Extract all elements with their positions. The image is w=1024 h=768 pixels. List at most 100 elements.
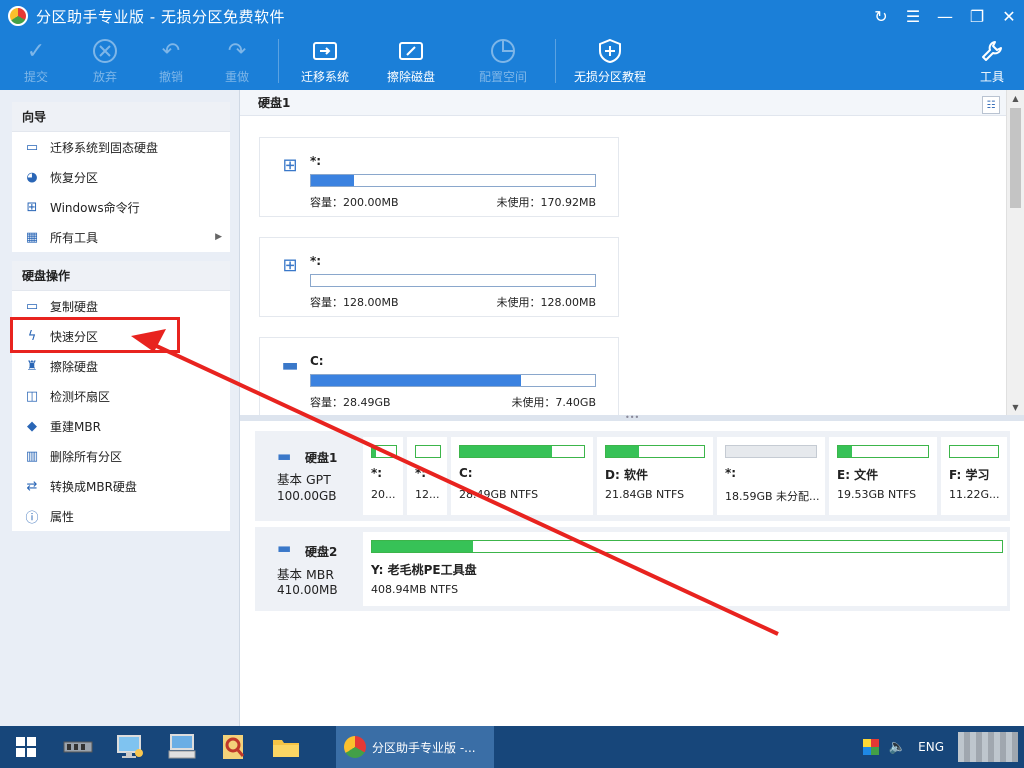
title-bar: 分区助手专业版 - 无损分区免费软件 ↻ ☰ — ❐ ✕ bbox=[0, 0, 1024, 32]
left-pane: 向导 ▭ 迁移系统到固态硬盘 ◕ 恢复分区 ⊞ Windows命令行 ▦ 所有工… bbox=[0, 90, 240, 726]
wizard-section-title: 向导 bbox=[12, 102, 230, 132]
language-indicator[interactable]: ENG bbox=[918, 740, 944, 754]
windows-icon: ⊞ bbox=[282, 254, 298, 276]
migrate-icon: ▭ bbox=[25, 139, 39, 155]
convert-icon: ⇄ bbox=[26, 478, 38, 494]
sidebar-item-delete-all-partitions[interactable]: ▥ 删除所有分区 bbox=[12, 441, 230, 471]
wipe-disk-button[interactable]: 擦除磁盘 bbox=[363, 32, 459, 90]
usage-bar bbox=[310, 174, 596, 187]
disk-row[interactable]: ▬ 硬盘1 基本 GPT 100.00GB *: 20... *: 12... … bbox=[255, 431, 1010, 521]
start-button[interactable] bbox=[0, 726, 52, 768]
disk-header: 硬盘1 bbox=[240, 90, 1024, 116]
vertical-scrollbar[interactable]: ▲ ▼ bbox=[1006, 90, 1024, 415]
windows-icon: ⊞ bbox=[26, 199, 38, 215]
view-toggle-icon[interactable]: ☷ bbox=[982, 96, 1000, 114]
close-button[interactable]: ✕ bbox=[994, 0, 1024, 32]
pie-chart-icon bbox=[489, 37, 517, 65]
drive-icon: ▬ bbox=[277, 539, 292, 557]
partition-block[interactable]: *: 12... bbox=[407, 437, 447, 515]
sidebar-item-rebuild-mbr[interactable]: ◆ 重建MBR bbox=[12, 411, 230, 441]
disk-ops-section: 硬盘操作 ▭ 复制硬盘 ϟ 快速分区 ♜ 擦除硬盘 ◫ 检测坏扇区 ◆ 重建MB… bbox=[12, 261, 230, 531]
partition-card[interactable]: ▬ C: 容量：28.49GB 未使用：7.40GB bbox=[259, 337, 619, 417]
sidebar-item-convert-mbr[interactable]: ⇄ 转换成MBR硬盘 bbox=[12, 471, 230, 501]
speaker-icon[interactable]: 🔈 bbox=[889, 739, 906, 755]
cancel-circle-icon bbox=[91, 37, 119, 65]
partition-block[interactable]: *: 20... bbox=[363, 437, 403, 515]
windows-icon: ⊞ bbox=[282, 154, 298, 176]
undo-icon: ↶ bbox=[161, 38, 181, 64]
app-logo-icon bbox=[344, 736, 366, 758]
magnifier-icon bbox=[223, 735, 245, 759]
sidebar-item-recover-partition[interactable]: ◕ 恢复分区 bbox=[12, 162, 230, 192]
highlight-box bbox=[10, 317, 180, 353]
taskbar-app-chip[interactable] bbox=[52, 726, 104, 768]
partition-card[interactable]: ⊞ *: 容量：200.00MB 未使用：170.92MB bbox=[259, 137, 619, 217]
app-logo-icon bbox=[8, 6, 28, 26]
memory-chip-icon bbox=[63, 741, 93, 753]
sidebar-item-migrate-ssd[interactable]: ▭ 迁移系统到固态硬盘 bbox=[12, 132, 230, 162]
toolbar-separator bbox=[278, 39, 279, 83]
undo-button[interactable]: ↶ 撤销 bbox=[138, 32, 204, 90]
redo-icon: ↷ bbox=[227, 38, 247, 64]
network-computer-icon bbox=[117, 735, 143, 758]
taskbar-app-network[interactable] bbox=[104, 726, 156, 768]
menu-button[interactable]: ☰ bbox=[898, 0, 928, 32]
submit-button[interactable]: ✓ 提交 bbox=[0, 32, 72, 90]
scroll-down-icon[interactable]: ▼ bbox=[1007, 399, 1024, 415]
taskbar-app-explorer[interactable] bbox=[260, 726, 312, 768]
system-tray: 🔈 ENG bbox=[862, 726, 1024, 768]
scan-icon: ◫ bbox=[25, 388, 39, 404]
partition-card[interactable]: ⊞ *: 容量：128.00MB 未使用：128.00MB bbox=[259, 237, 619, 317]
window-title: 分区助手专业版 - 无损分区免费软件 bbox=[36, 7, 285, 26]
taskbar-app-search[interactable] bbox=[208, 726, 260, 768]
drive-icon: ▬ bbox=[281, 354, 299, 376]
disk-info[interactable]: ▬ 硬盘2 基本 MBR 410.00MB bbox=[255, 527, 359, 611]
partition-block[interactable]: E: 文件 19.53GB NTFS bbox=[829, 437, 937, 515]
blurred-clock bbox=[958, 732, 1018, 762]
chevron-right-icon: ▶ bbox=[215, 232, 222, 242]
sidebar-item-wipe-disk[interactable]: ♜ 擦除硬盘 bbox=[12, 351, 230, 381]
info-icon: ⓘ bbox=[25, 510, 39, 526]
usage-bar bbox=[310, 374, 596, 387]
toolbar: ✓ 提交 放弃 ↶ 撤销 ↷ 重做 迁移系统 擦除磁盘 配置空间 无损分区教程 … bbox=[0, 32, 1024, 90]
toolbar-separator bbox=[555, 39, 556, 83]
disk-ops-section-title: 硬盘操作 bbox=[12, 261, 230, 291]
shield-plus-icon bbox=[596, 37, 624, 65]
wrench-icon bbox=[978, 37, 1006, 65]
discard-button[interactable]: 放弃 bbox=[72, 32, 138, 90]
disk-view-panel: 硬盘1 ☷ ⊞ *: 容量：200.00MB 未使用：170.92MB ⊞ *:… bbox=[240, 90, 1024, 417]
recover-icon: ◕ bbox=[26, 169, 38, 185]
partition-block[interactable]: C: 28.49GB NTFS bbox=[451, 437, 593, 515]
maximize-button[interactable]: ❐ bbox=[962, 0, 992, 32]
sidebar-item-all-tools[interactable]: ▦ 所有工具 ▶ bbox=[12, 222, 230, 252]
copy-disk-icon: ▭ bbox=[25, 298, 39, 314]
keyboard-computer-icon bbox=[168, 734, 196, 759]
tools-grid-icon: ▦ bbox=[25, 229, 39, 245]
migrate-system-button[interactable]: 迁移系统 bbox=[287, 32, 363, 90]
tools-button[interactable]: 工具 bbox=[960, 32, 1024, 90]
taskbar-app-keyboard[interactable] bbox=[156, 726, 208, 768]
tray-app-icon[interactable] bbox=[862, 739, 879, 755]
sidebar-item-check-bad-sectors[interactable]: ◫ 检测坏扇区 bbox=[12, 381, 230, 411]
partition-block[interactable]: *: 18.59GB 未分配... bbox=[717, 437, 825, 515]
drive-icon: ▬ bbox=[277, 447, 292, 465]
sidebar-item-properties[interactable]: ⓘ 属性 bbox=[12, 501, 230, 531]
scroll-thumb[interactable] bbox=[1010, 108, 1021, 208]
partition-block[interactable]: F: 学习 11.22G... bbox=[941, 437, 1007, 515]
tutorial-button[interactable]: 无损分区教程 bbox=[564, 32, 656, 90]
allocate-space-button[interactable]: 配置空间 bbox=[459, 32, 547, 90]
disk-row[interactable]: ▬ 硬盘2 基本 MBR 410.00MB Y: 老毛桃PE工具盘 408.94… bbox=[255, 527, 1010, 611]
taskbar-active-app[interactable]: 分区助手专业版 -... bbox=[336, 726, 494, 768]
minimize-button[interactable]: — bbox=[930, 0, 960, 32]
taskbar: 分区助手专业版 -... 🔈 ENG bbox=[0, 726, 1024, 768]
refresh-button[interactable]: ↻ bbox=[866, 0, 896, 32]
redo-button[interactable]: ↷ 重做 bbox=[204, 32, 270, 90]
wipe-disk-icon bbox=[397, 37, 425, 65]
scroll-up-icon[interactable]: ▲ bbox=[1007, 90, 1024, 106]
sidebar-item-windows-cmd[interactable]: ⊞ Windows命令行 bbox=[12, 192, 230, 222]
partition-block[interactable]: D: 软件 21.84GB NTFS bbox=[597, 437, 713, 515]
partition-block[interactable]: Y: 老毛桃PE工具盘 408.94MB NTFS bbox=[363, 532, 1007, 606]
disk-info[interactable]: ▬ 硬盘1 基本 GPT 100.00GB bbox=[255, 431, 359, 521]
check-icon: ✓ bbox=[26, 38, 46, 64]
trash-icon: ▥ bbox=[25, 448, 39, 464]
